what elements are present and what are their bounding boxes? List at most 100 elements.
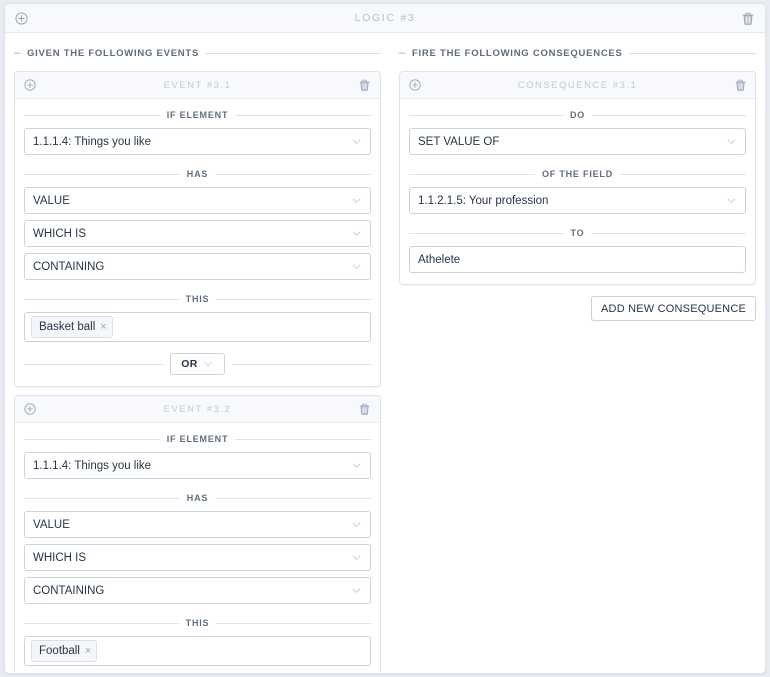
rule-left — [408, 232, 564, 234]
logic-card: LOGIC #3 – GIVEN THE FOLLOWING EVENTS EV… — [4, 3, 766, 674]
do-label-row: DO — [408, 102, 746, 128]
circle-plus-icon[interactable] — [22, 401, 38, 417]
event-panel-header: EVENT #3.2 — [15, 396, 380, 423]
has-attribute-select[interactable]: VALUE — [24, 187, 371, 214]
consequence-panel: CONSEQUENCE #3.1 DO SET VALUE OF OF THE … — [398, 71, 756, 285]
rule-left — [24, 298, 179, 300]
trash-icon[interactable] — [740, 10, 756, 26]
has-attribute-select[interactable]: VALUE — [24, 511, 371, 538]
chevron-down-icon — [351, 195, 362, 206]
chevron-down-icon — [726, 195, 737, 206]
chevron-down-icon — [726, 136, 737, 147]
if-element-value: 1.1.1.4: Things you like — [33, 459, 152, 472]
rule-left — [24, 363, 163, 365]
consequences-column: – FIRE THE FOLLOWING CONSEQUENCES CONSEQ… — [390, 33, 765, 673]
condition-value: CONTAINING — [33, 260, 105, 273]
chevron-down-icon — [351, 261, 362, 272]
consequences-section-header: – FIRE THE FOLLOWING CONSEQUENCES — [390, 33, 765, 63]
logic-columns: – GIVEN THE FOLLOWING EVENTS EVENT #3.1 — [5, 33, 765, 673]
consequence-panel-body: DO SET VALUE OF OF THE FIELD 1.1.2.1.5: … — [400, 102, 755, 284]
chevron-down-icon — [351, 460, 362, 471]
has-label: HAS — [186, 493, 209, 503]
tag-chip[interactable]: Basket ball × — [31, 316, 113, 338]
chevron-down-icon — [351, 552, 362, 563]
events-section-rule — [205, 52, 381, 54]
has-attribute-value: VALUE — [33, 518, 70, 531]
rule-right — [215, 497, 371, 499]
page-title: LOGIC #3 — [354, 12, 416, 24]
condition-value: CONTAINING — [33, 584, 105, 597]
rule-left — [24, 438, 160, 440]
circle-plus-icon[interactable] — [13, 10, 29, 26]
of-the-field-label: OF THE FIELD — [541, 169, 614, 179]
rule-right — [216, 622, 371, 624]
this-label-row: THIS — [24, 610, 371, 636]
chevron-down-icon — [203, 359, 214, 370]
this-label-row: THIS — [24, 286, 371, 312]
events-column: – GIVEN THE FOLLOWING EVENTS EVENT #3.1 — [5, 33, 390, 673]
add-new-consequence-button[interactable]: ADD NEW CONSEQUENCE — [591, 296, 756, 321]
close-icon[interactable]: × — [85, 645, 91, 657]
events-section-label: GIVEN THE FOLLOWING EVENTS — [27, 47, 200, 59]
tag-chip-label: Basket ball — [39, 321, 96, 333]
circle-plus-icon[interactable] — [22, 77, 38, 93]
action-value: SET VALUE OF — [417, 135, 500, 148]
condition-select[interactable]: CONTAINING — [24, 577, 371, 604]
tag-chip[interactable]: Football × — [31, 640, 98, 662]
rule-right — [592, 114, 746, 116]
event-title: EVENT #3.2 — [163, 403, 232, 415]
target-field-select[interactable]: 1.1.2.1.5: Your profession — [408, 187, 746, 214]
which-is-value: WHICH IS — [33, 227, 87, 240]
tag-input[interactable]: Basket ball × — [24, 312, 371, 342]
trash-icon[interactable] — [357, 401, 373, 417]
trash-icon[interactable] — [357, 77, 373, 93]
if-element-label: IF ELEMENT — [166, 110, 229, 120]
which-is-value: WHICH IS — [33, 551, 87, 564]
of-the-field-label-row: OF THE FIELD — [408, 161, 746, 187]
add-new-consequence-row: ADD NEW CONSEQUENCE — [390, 285, 765, 321]
action-select[interactable]: SET VALUE OF — [408, 128, 746, 155]
which-is-select[interactable]: WHICH IS — [24, 220, 371, 247]
rule-right — [235, 114, 371, 116]
if-element-select[interactable]: 1.1.1.4: Things you like — [24, 452, 371, 479]
chevron-down-icon — [351, 519, 362, 530]
event-panel: EVENT #3.1 IF ELEMENT 1.1.1.4: Things yo… — [14, 71, 381, 387]
events-collapse-toggle[interactable]: – — [14, 47, 21, 59]
if-element-label: IF ELEMENT — [166, 434, 229, 444]
if-element-label-row: IF ELEMENT — [24, 426, 371, 452]
to-label-row: TO — [408, 220, 747, 246]
rule-left — [408, 173, 535, 175]
rule-right — [620, 173, 746, 175]
event-panel-header: EVENT #3.1 — [15, 72, 380, 99]
consequences-collapse-toggle[interactable]: – — [399, 47, 406, 59]
rule-right — [591, 232, 747, 234]
value-field-value: Athelete — [417, 253, 461, 266]
has-label: HAS — [186, 169, 209, 179]
condition-select[interactable]: CONTAINING — [24, 253, 371, 280]
chevron-down-icon — [351, 228, 362, 239]
circle-plus-icon[interactable] — [407, 77, 423, 93]
joiner-select[interactable]: OR — [170, 353, 225, 375]
rule-left — [24, 497, 180, 499]
to-label: TO — [570, 228, 585, 238]
trash-icon[interactable] — [732, 77, 748, 93]
tag-chip-label: Football — [39, 645, 80, 657]
rule-right — [216, 298, 371, 300]
value-field[interactable]: Athelete — [408, 246, 746, 273]
if-element-value: 1.1.1.4: Things you like — [33, 135, 152, 148]
if-element-label-row: IF ELEMENT — [24, 102, 371, 128]
event-panel: EVENT #3.2 IF ELEMENT 1.1.1.4: Things yo… — [14, 395, 381, 673]
event-panel-body: IF ELEMENT 1.1.1.4: Things you like HAS — [15, 426, 380, 673]
consequence-title: CONSEQUENCE #3.1 — [517, 79, 638, 91]
if-element-select[interactable]: 1.1.1.4: Things you like — [24, 128, 371, 155]
this-label: THIS — [185, 294, 210, 304]
close-icon[interactable]: × — [100, 321, 106, 333]
target-field-value: 1.1.2.1.5: Your profession — [417, 194, 549, 207]
this-label: THIS — [185, 618, 210, 628]
rule-right — [235, 438, 371, 440]
tag-input[interactable]: Football × — [24, 636, 371, 666]
has-label-row: HAS — [24, 485, 371, 511]
which-is-select[interactable]: WHICH IS — [24, 544, 371, 571]
event-panel-body: IF ELEMENT 1.1.1.4: Things you like HAS — [15, 102, 380, 386]
events-section-header: – GIVEN THE FOLLOWING EVENTS — [5, 33, 390, 63]
